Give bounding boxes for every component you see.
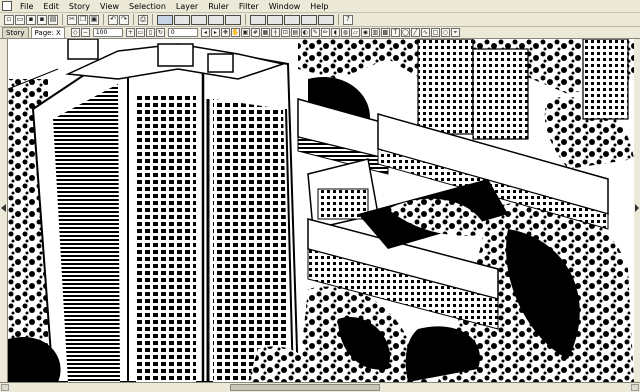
view-mode-5-icon[interactable] — [225, 14, 241, 25]
paste-icon[interactable]: ▣ — [89, 14, 99, 25]
frame-icon[interactable]: ▣ — [240, 28, 250, 37]
horizontal-scrollbar[interactable] — [0, 382, 640, 392]
panel-toggle-2-icon[interactable] — [267, 14, 283, 25]
menu-file[interactable]: File — [15, 0, 38, 13]
balloon-icon[interactable]: ◯ — [400, 28, 410, 37]
tab-bar: Story Page: X ◇ − 100 + ▭ ▯ ↻ 0 ◂ ▸ ✥ ✋ … — [0, 27, 640, 39]
gradient-icon[interactable]: ▥ — [370, 28, 380, 37]
prev-page-icon[interactable]: ◂ — [200, 28, 210, 37]
tab-page-label: Page: X — [34, 29, 61, 37]
redo-icon[interactable]: ↷ — [119, 14, 129, 25]
rotation-input[interactable]: 0 — [167, 28, 198, 37]
move-icon[interactable]: ✥ — [220, 28, 230, 37]
toolbar-separator — [103, 14, 104, 25]
toolbar-separator — [62, 14, 63, 25]
toolbar-separator — [338, 14, 339, 25]
scroll-right-button[interactable] — [631, 384, 639, 391]
cut-icon[interactable]: ✂ — [67, 14, 77, 25]
print-icon[interactable]: ⎙ — [138, 14, 148, 25]
eraser-icon[interactable]: ▱ — [350, 28, 360, 37]
toolbar-separator — [245, 14, 246, 25]
select-icon[interactable]: ◇ — [70, 28, 80, 37]
layer-icon[interactable]: ▤ — [290, 28, 300, 37]
menu-selection[interactable]: Selection — [124, 0, 171, 13]
zoom-out-icon[interactable]: − — [80, 28, 90, 37]
fill-icon[interactable]: ◉ — [360, 28, 370, 37]
grid-icon[interactable]: # — [250, 28, 260, 37]
tab-story-label: Story — [6, 29, 25, 37]
view-mode-3-icon[interactable] — [191, 14, 207, 25]
menu-filter[interactable]: Filter — [234, 0, 264, 13]
pen-icon[interactable]: ✎ — [310, 28, 320, 37]
menu-window[interactable]: Window — [264, 0, 306, 13]
tone-icon[interactable]: ▩ — [380, 28, 390, 37]
panel-toggle-1-icon[interactable] — [250, 14, 266, 25]
new-icon[interactable]: ▫ — [4, 14, 14, 25]
scroll-left-button[interactable] — [1, 384, 9, 391]
snap-icon[interactable]: ⊡ — [280, 28, 290, 37]
panel-toggle-5-icon[interactable] — [318, 14, 334, 25]
view-mode-2-icon[interactable] — [174, 14, 190, 25]
fit-icon[interactable]: ▭ — [135, 28, 145, 37]
drawing-canvas[interactable] — [8, 39, 634, 382]
help-icon[interactable]: ? — [343, 14, 353, 25]
scroll-thumb[interactable] — [230, 384, 380, 391]
ruler-icon[interactable]: ▦ — [260, 28, 270, 37]
airbrush-icon[interactable]: ◍ — [340, 28, 350, 37]
view-mode-1-icon[interactable] — [157, 14, 173, 25]
menu-help[interactable]: Help — [305, 0, 333, 13]
mask-icon[interactable]: ◐ — [300, 28, 310, 37]
text-icon[interactable]: T — [390, 28, 400, 37]
eyedropper-icon[interactable]: ⌖ — [450, 28, 460, 37]
left-panel-edge[interactable] — [0, 39, 8, 382]
toolbar-separator — [152, 14, 153, 25]
menu-story[interactable]: Story — [64, 0, 95, 13]
open-icon[interactable]: ▭ — [15, 14, 25, 25]
ellipse-icon[interactable]: ○ — [440, 28, 450, 37]
tab-story[interactable]: Story — [2, 27, 29, 38]
guide-icon[interactable]: ┼ — [270, 28, 280, 37]
marker-icon[interactable]: ✏ — [320, 28, 330, 37]
copy-icon[interactable]: ❐ — [78, 14, 88, 25]
hand-icon[interactable]: ✋ — [230, 28, 240, 37]
menu-layer[interactable]: Layer — [171, 0, 203, 13]
expand-right-icon[interactable] — [635, 204, 639, 212]
next-page-icon[interactable]: ▸ — [210, 28, 220, 37]
line-icon[interactable]: ╱ — [410, 28, 420, 37]
rotate-icon[interactable]: ↻ — [155, 28, 165, 37]
export-icon[interactable]: ▤ — [48, 14, 58, 25]
right-panel-edge[interactable] — [634, 39, 640, 382]
undo-icon[interactable]: ↶ — [108, 14, 118, 25]
view-mode-4-icon[interactable] — [208, 14, 224, 25]
menu-view[interactable]: View — [95, 0, 124, 13]
expand-left-icon[interactable] — [1, 204, 6, 212]
save-icon[interactable]: ▪ — [26, 14, 36, 25]
save-as-icon[interactable]: ▪ — [37, 14, 47, 25]
page-icon[interactable]: ▯ — [145, 28, 155, 37]
panel-toggle-3-icon[interactable] — [284, 14, 300, 25]
app-icon[interactable] — [2, 1, 12, 11]
shape-icon[interactable]: □ — [430, 28, 440, 37]
menu-ruler[interactable]: Ruler — [203, 0, 234, 13]
curve-icon[interactable]: ∿ — [420, 28, 430, 37]
zoom-input[interactable]: 100 — [92, 28, 123, 37]
secondary-toolbar: ◇ − 100 + ▭ ▯ ↻ 0 ◂ ▸ ✥ ✋ ▣ # ▦ ┼ ⊡ ▤ ◐ … — [70, 28, 460, 37]
panel-toggle-4-icon[interactable] — [301, 14, 317, 25]
zoom-in-icon[interactable]: + — [125, 28, 135, 37]
main-toolbar: ▫ ▭ ▪ ▪ ▤ ✂ ❐ ▣ ↶ ↷ ⎙ ? — [0, 13, 640, 27]
toolbar-separator — [133, 14, 134, 25]
brush-icon[interactable]: ◖ — [330, 28, 340, 37]
artwork — [8, 39, 634, 382]
menu-bar: File Edit Story View Selection Layer Rul… — [0, 0, 640, 13]
tab-page[interactable]: Page: X — [30, 27, 65, 38]
menu-edit[interactable]: Edit — [38, 0, 64, 13]
